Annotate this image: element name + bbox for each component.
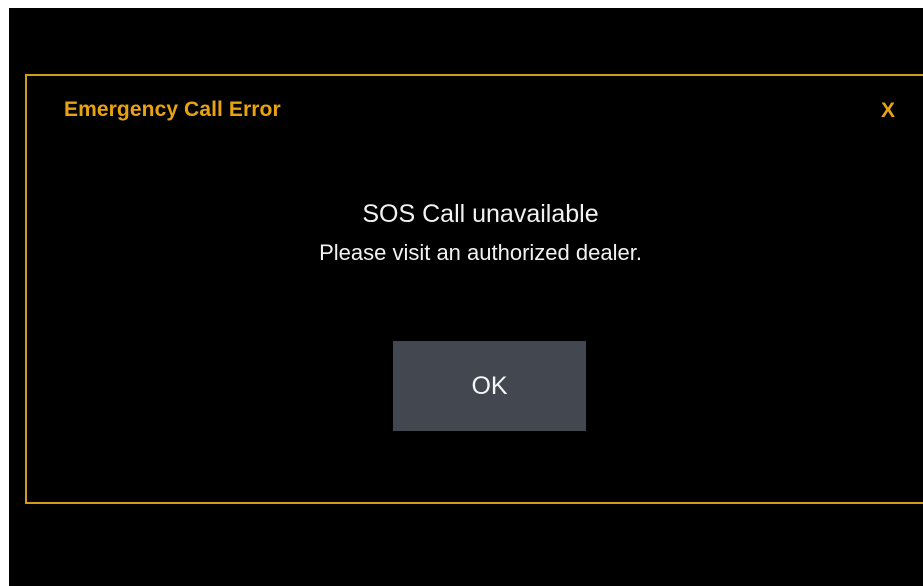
message-primary: SOS Call unavailable <box>362 200 599 228</box>
ok-button[interactable]: OK <box>393 341 586 431</box>
emergency-call-error-dialog: Emergency Call Error X SOS Call unavaila… <box>25 74 923 504</box>
message-secondary: Please visit an authorized dealer. <box>319 240 642 265</box>
vehicle-display-screen: Emergency Call Error X SOS Call unavaila… <box>9 8 923 586</box>
dialog-title: Emergency Call Error <box>64 98 281 121</box>
close-icon[interactable]: X <box>878 98 898 124</box>
